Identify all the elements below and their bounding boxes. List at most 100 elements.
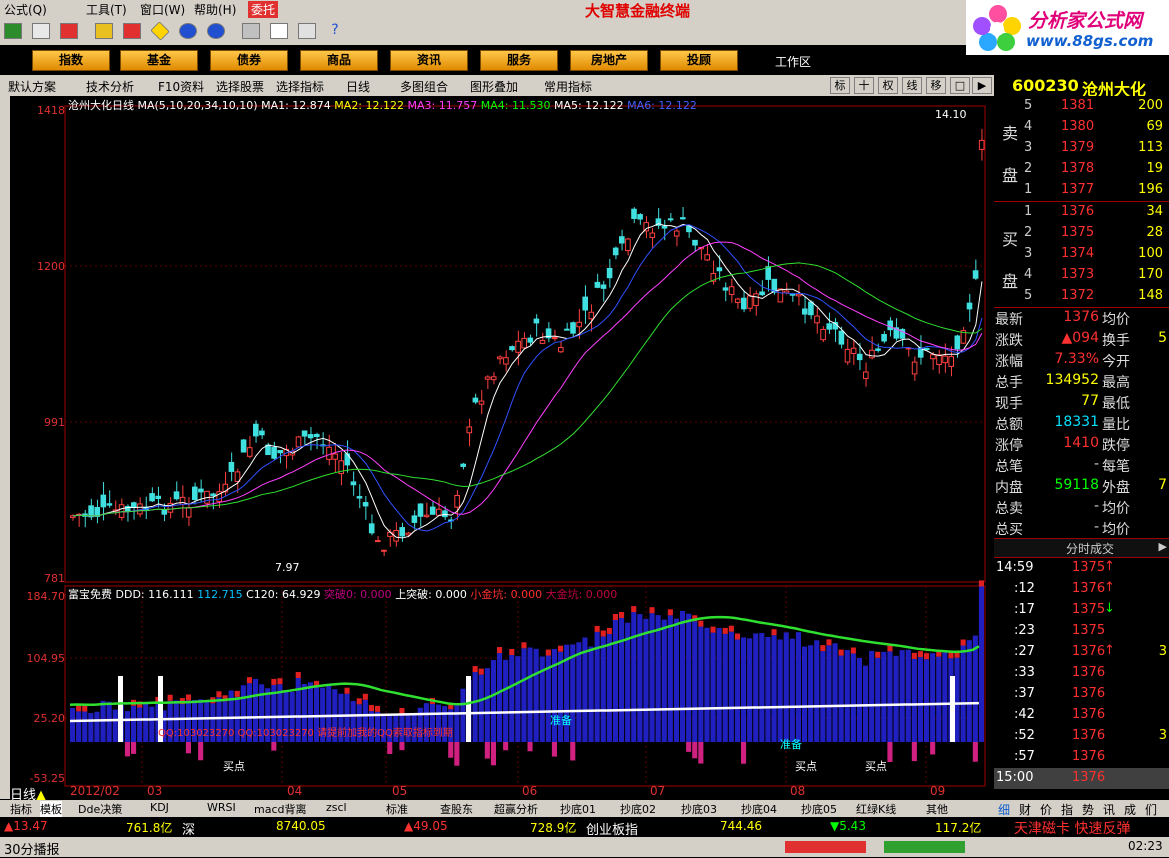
tick-row[interactable]: :52 1376 3 (994, 726, 1169, 747)
tb-select-indicator[interactable]: 选择指标 (276, 78, 324, 95)
order-book-row[interactable]: 5 1372 148 (994, 286, 1169, 307)
stats-icon[interactable] (298, 23, 316, 39)
cat-index[interactable]: 指数 (32, 50, 110, 71)
diamond-icon[interactable] (150, 21, 170, 41)
maximize-icon[interactable]: □ (950, 77, 970, 94)
cat-realestate[interactable]: 房地产 (570, 50, 648, 71)
indicator-tab[interactable]: 红绿K线 (856, 801, 896, 817)
tick-row[interactable]: 15:00 1376 (994, 768, 1169, 789)
ready-marker: 准备 (550, 714, 572, 727)
indicator-tab[interactable]: 抄底05 (801, 801, 837, 817)
menu-help[interactable]: 帮助(H) (194, 1, 236, 18)
cat-advisor[interactable]: 投顾 (660, 50, 738, 71)
cat-bond[interactable]: 债券 (210, 50, 288, 71)
grid-icon[interactable] (32, 23, 50, 39)
chart-canvas[interactable] (10, 96, 994, 800)
menu-window[interactable]: 窗口(W) (140, 1, 185, 18)
tb-overlay[interactable]: 图形叠加 (470, 78, 518, 95)
order-book-row[interactable]: 5 1381 200 (994, 96, 1169, 117)
help-icon[interactable]: ? (326, 23, 344, 39)
order-book-row[interactable]: 1 1376 34 (994, 202, 1169, 223)
print-icon[interactable] (242, 23, 260, 39)
panel-tab[interactable]: 指 (1061, 801, 1073, 818)
sell-volume: 19 (1146, 161, 1163, 176)
order-book-row[interactable]: 2 1375 28 (994, 223, 1169, 244)
tb-multi-chart[interactable]: 多图组合 (400, 78, 448, 95)
status-broadcast[interactable]: 30分播报 (4, 839, 60, 858)
order-book-row[interactable]: 1 1377 196 (994, 180, 1169, 201)
tb-select-stock[interactable]: 选择股票 (216, 78, 264, 95)
indicator-tab[interactable]: 查股东 (440, 801, 473, 817)
panel-tab[interactable]: 财 (1019, 801, 1031, 818)
panel-tab[interactable]: 们 (1145, 801, 1157, 818)
home-icon[interactable] (4, 23, 22, 39)
order-book-row[interactable]: 4 1380 69 (994, 117, 1169, 138)
tick-row[interactable]: :23 1375 (994, 621, 1169, 642)
cat-fund[interactable]: 基金 (120, 50, 198, 71)
cat-commodity[interactable]: 商品 (300, 50, 378, 71)
order-book-row[interactable]: 3 1374 100 (994, 244, 1169, 265)
indicator-tab[interactable]: 抄底02 (620, 801, 656, 817)
ma-label: MA(5,10,20,34,10,10) (137, 99, 258, 112)
order-book-row[interactable]: 4 1373 170 (994, 265, 1169, 286)
panel-tab[interactable]: 细 (998, 801, 1010, 818)
line-button[interactable]: 线 (902, 77, 922, 94)
sell-price: 1379 (1061, 140, 1095, 155)
ma3-value: MA3: 11.757 (407, 99, 478, 112)
indicator-tab[interactable]: 超赢分析 (494, 801, 538, 817)
indicator-tab[interactable]: Dde决策 (78, 801, 122, 817)
left-sidebar[interactable] (0, 96, 10, 799)
tick-row[interactable]: :37 1376 (994, 684, 1169, 705)
finance-icon[interactable] (123, 23, 141, 39)
tick-row[interactable]: :27 1376 ↑ 3 (994, 642, 1169, 663)
cat-news[interactable]: 资讯 (390, 50, 468, 71)
tb-tech-analysis[interactable]: 技术分析 (86, 78, 134, 95)
workarea-label[interactable]: 工作区 (775, 53, 811, 70)
menu-formula[interactable]: 公式(Q) (4, 1, 47, 18)
tick-row[interactable]: :12 1376 ↑ (994, 579, 1169, 600)
crosshair-button[interactable]: 十 (854, 77, 874, 94)
panel-tab[interactable]: 势 (1082, 801, 1094, 818)
flag-icon[interactable] (95, 23, 113, 39)
tick-row[interactable]: :57 1376 (994, 747, 1169, 768)
menu-trade[interactable]: 委托 (248, 1, 279, 18)
ticks-header[interactable]: 分时成交 ▶ (994, 538, 1169, 558)
indicator-tab[interactable]: 抄底04 (741, 801, 777, 817)
ticker-news[interactable]: 天津磁卡 快速反弹 (1014, 818, 1130, 838)
mark-button[interactable]: 标 (830, 77, 850, 94)
order-book-row[interactable]: 2 1378 19 (994, 159, 1169, 180)
move-button[interactable]: 移 (926, 77, 946, 94)
panel-tab[interactable]: 讯 (1103, 801, 1115, 818)
indicator-tab[interactable]: 抄底01 (560, 801, 596, 817)
rights-button[interactable]: 权 (878, 77, 898, 94)
indicator-tab[interactable]: WRSI (207, 801, 236, 814)
indicator-tab[interactable]: KDJ (150, 801, 169, 814)
panel-tab[interactable]: 价 (1040, 801, 1052, 818)
tick-row[interactable]: :42 1376 (994, 705, 1169, 726)
cat-service[interactable]: 服务 (480, 50, 558, 71)
indicator-tab[interactable]: zscl (326, 801, 347, 814)
window-icon[interactable] (270, 23, 288, 39)
tb-daily[interactable]: 日线 (346, 78, 370, 95)
indicator-tab[interactable]: 其他 (926, 801, 948, 817)
indicator-tab[interactable]: macd背离 (254, 801, 307, 817)
order-book-row[interactable]: 3 1379 113 (994, 138, 1169, 159)
tick-row[interactable]: :17 1375 ↓ (994, 600, 1169, 621)
chart-icon[interactable] (60, 23, 78, 39)
expand-icon[interactable]: ▶ (1159, 540, 1167, 553)
indicator-tab[interactable]: 模板 (40, 801, 62, 817)
tb-f10[interactable]: F10资料 (158, 78, 204, 95)
next-icon[interactable]: ▶ (972, 77, 992, 94)
indicator-tab[interactable]: 指标 (10, 801, 32, 817)
tick-row[interactable]: 14:59 1375 ↑ (994, 558, 1169, 579)
info-icon[interactable] (207, 23, 225, 39)
tb-common-indicator[interactable]: 常用指标 (544, 78, 592, 95)
globe-icon[interactable] (179, 23, 197, 39)
chart-area[interactable]: 沧州大化日线 MA(5,10,20,34,10,10) MA1: 12.874 … (10, 96, 994, 803)
indicator-tab[interactable]: 抄底03 (681, 801, 717, 817)
tick-row[interactable]: :33 1376 (994, 663, 1169, 684)
tb-default-scheme[interactable]: 默认方案 (8, 78, 56, 95)
menu-tools[interactable]: 工具(T) (86, 1, 127, 18)
panel-tab[interactable]: 成 (1124, 801, 1136, 818)
indicator-tab[interactable]: 标准 (386, 801, 408, 817)
